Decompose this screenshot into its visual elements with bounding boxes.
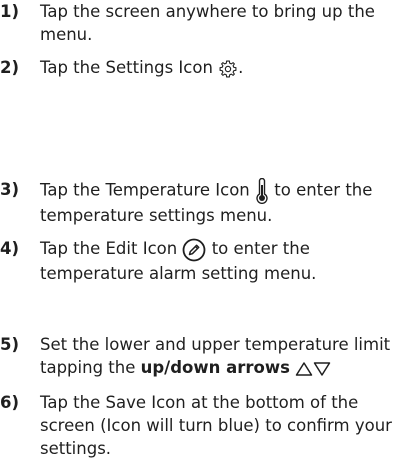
step-number: 1)	[0, 2, 20, 21]
step-text-wrapper: Tap the Edit Icon to enter the temperatu…	[40, 237, 406, 285]
step-text: Tap the Edit Icon	[40, 239, 178, 258]
step-text-wrapper: Set the lower and upper temperature limi…	[40, 333, 406, 379]
step-number: 2)	[0, 58, 20, 77]
step-number: 4)	[0, 239, 20, 258]
thermometer-icon	[255, 178, 269, 204]
triangle-up-icon	[295, 361, 313, 377]
step-number: 5)	[0, 335, 20, 354]
step-number: 3)	[0, 180, 20, 199]
pencil-circle-icon	[182, 238, 206, 262]
step-text-wrapper: Tap the Temperature Icon to enter the te…	[40, 178, 406, 227]
bold-text: up/down arrows	[140, 358, 290, 377]
step-text: Tap the Temperature Icon	[40, 180, 250, 200]
step-text-wrapper: Tap the Settings Icon .	[40, 56, 406, 79]
step-text: Tap the Save Icon at the bottom of the s…	[40, 393, 392, 458]
step-text: Tap the screen anywhere to bring up the …	[40, 2, 375, 44]
step-text: Tap the Settings Icon	[40, 58, 213, 77]
step-number: 6)	[0, 393, 20, 412]
step-text-end: .	[238, 58, 244, 77]
triangle-down-icon	[313, 361, 331, 377]
gear-icon	[218, 59, 238, 79]
